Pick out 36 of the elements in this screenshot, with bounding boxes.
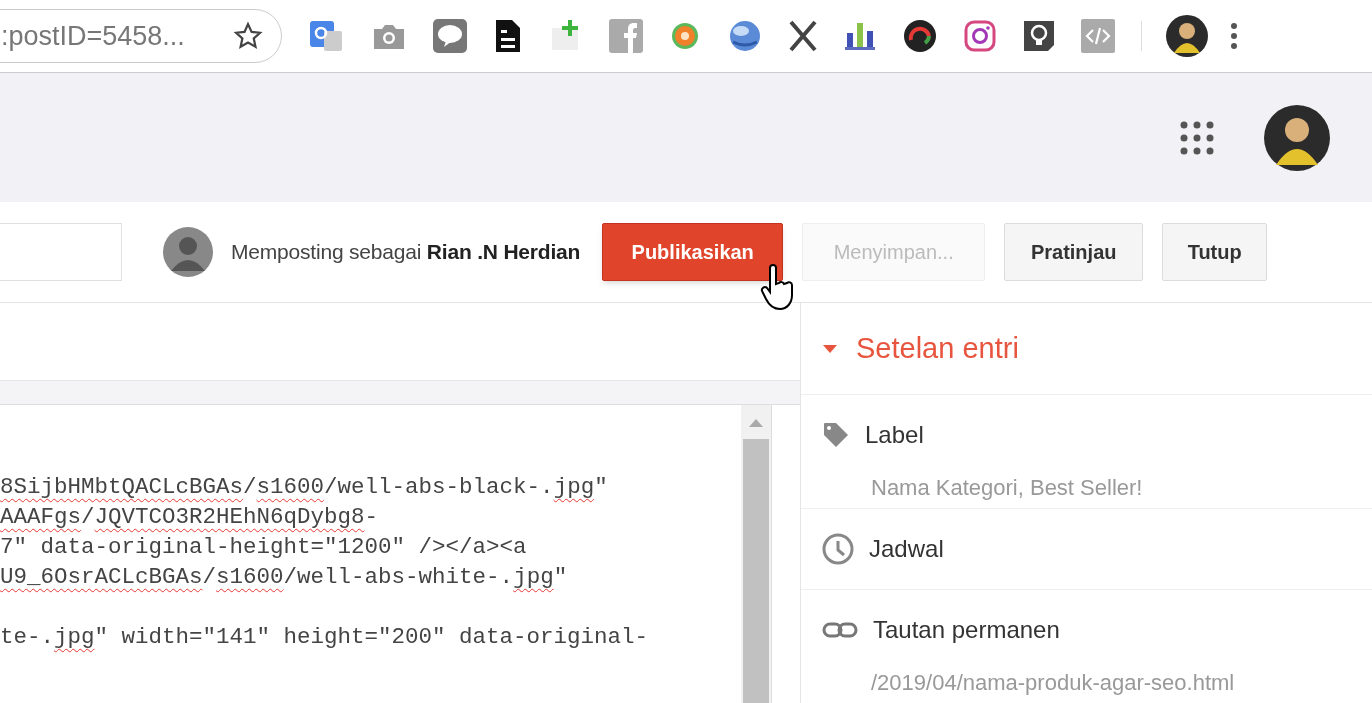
code-line: AAAFgs/JQVTCO3R2HEhN6qDybg8-: [0, 503, 379, 532]
posting-as-text: Memposting sebagai Rian .N Herdian: [231, 239, 581, 266]
action-button[interactable]: Tutup: [1162, 223, 1268, 281]
section-title[interactable]: Tautan permanen: [873, 612, 1060, 648]
color-wheel-icon[interactable]: [902, 18, 938, 54]
camera-outline-icon[interactable]: [963, 19, 997, 53]
more-menu-icon[interactable]: [1230, 22, 1238, 50]
document-icon[interactable]: [493, 18, 523, 54]
profile-avatar[interactable]: [1166, 15, 1208, 57]
clock-icon: [822, 533, 854, 565]
code-line: te-.jpg" width="141" height="200" data-original-: [0, 623, 649, 652]
action-button[interactable]: Pratinjau: [1004, 223, 1144, 281]
chat-bubble-icon[interactable]: [432, 18, 468, 54]
section-title[interactable]: Label: [865, 417, 924, 453]
url-text: :postID=5458...: [1, 19, 185, 53]
code-line: 8SijbHMbtQACLcBGAs/s1600/well-abs-black-.jpg": [0, 473, 608, 502]
publish-button[interactable]: Publikasikan: [602, 223, 784, 281]
section-title[interactable]: Jadwal: [869, 531, 944, 567]
star-icon[interactable]: [233, 21, 263, 51]
code-line: 7" data-original-height="1200" /></a><a: [0, 533, 527, 562]
lightbulb-icon[interactable]: [1022, 19, 1056, 53]
globe-icon[interactable]: [727, 18, 763, 54]
author-avatar: [163, 227, 213, 277]
scrollbar[interactable]: [741, 405, 771, 703]
scrollbar-thumb[interactable]: [743, 439, 769, 703]
tag-icon: [822, 421, 850, 449]
apps-grid-icon[interactable]: [1180, 120, 1214, 155]
link-icon: [822, 621, 858, 639]
section-value[interactable]: /2019/04/nama-produk-agar-seo.html: [871, 666, 1235, 699]
section-value[interactable]: Nama Kategori, Best Seller!: [871, 471, 1143, 504]
settings-heading[interactable]: Setelan entri: [856, 326, 1019, 371]
x-mark-icon[interactable]: [788, 20, 818, 52]
code-line: U9_6OsrACLcBGAs/s1600/well-abs-white-.jpg": [0, 563, 568, 592]
profile-avatar[interactable]: [1264, 104, 1330, 171]
caret-icon[interactable]: [823, 344, 837, 353]
title-field[interactable]: [0, 223, 122, 281]
